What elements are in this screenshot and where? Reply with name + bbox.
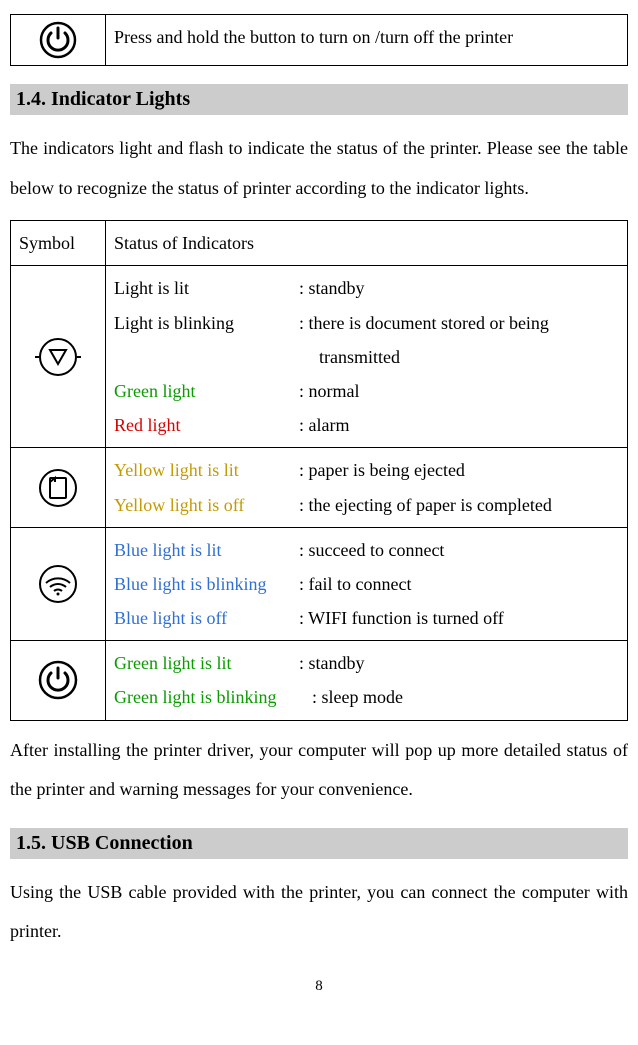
status-value: : paper is being ejected — [299, 453, 619, 487]
status-label: Light is blinking — [114, 306, 299, 340]
status-value: : succeed to connect — [299, 533, 619, 567]
status-label: Green light is blinking — [114, 680, 312, 714]
table-row: Blue light is lit: succeed to connect Bl… — [11, 527, 628, 641]
section-heading-1-5: 1.5. USB Connection — [10, 828, 628, 859]
section-1-4-outro: After installing the printer driver, you… — [10, 731, 628, 810]
table-header-row: Symbol Status of Indicators — [11, 221, 628, 266]
section-1-4-intro: The indicators light and flash to indica… — [10, 129, 628, 208]
status-label: Light is lit — [114, 271, 299, 305]
section-1-5-body: Using the USB cable provided with the pr… — [10, 873, 628, 952]
status-value: : the ejecting of paper is completed — [299, 488, 619, 522]
status-value: : fail to connect — [299, 567, 619, 601]
table-row: Light is lit: standby Light is blinking:… — [11, 266, 628, 448]
status-label: Yellow light is lit — [114, 453, 299, 487]
power-icon — [38, 20, 78, 60]
page-number: 8 — [10, 978, 628, 995]
power-icon-cell — [11, 15, 106, 66]
section-heading-1-4: 1.4. Indicator Lights — [10, 84, 628, 115]
status-value: : standby — [299, 646, 619, 680]
status-label: Blue light is lit — [114, 533, 299, 567]
status-label: Green light — [114, 374, 299, 408]
wifi-icon — [35, 561, 81, 607]
status-value: : standby — [299, 271, 619, 305]
paper-eject-icon — [35, 465, 81, 511]
power-button-table: Press and hold the button to turn on /tu… — [10, 14, 628, 66]
status-label: Blue light is off — [114, 601, 299, 635]
status-value: : normal — [299, 374, 619, 408]
status-value: : sleep mode — [312, 680, 619, 714]
table-row: Green light is lit: standby Green light … — [11, 641, 628, 720]
status-label: Blue light is blinking — [114, 567, 299, 601]
power-indicator-icon — [35, 657, 81, 703]
header-status: Status of Indicators — [106, 221, 628, 266]
status-label: Yellow light is off — [114, 488, 299, 522]
status-value: : there is document stored or being — [299, 306, 619, 340]
header-symbol: Symbol — [11, 221, 106, 266]
table-row: Yellow light is lit: paper is being ejec… — [11, 448, 628, 527]
power-description: Press and hold the button to turn on /tu… — [106, 15, 628, 66]
status-value: : alarm — [299, 408, 619, 442]
status-label: Red light — [114, 408, 299, 442]
status-value: : WIFI function is turned off — [299, 601, 619, 635]
indicator-status-table: Symbol Status of Indicators Light is lit… — [10, 220, 628, 720]
status-value: transmitted — [299, 340, 619, 374]
status-indicator-icon — [35, 334, 81, 380]
status-label: Green light is lit — [114, 646, 299, 680]
